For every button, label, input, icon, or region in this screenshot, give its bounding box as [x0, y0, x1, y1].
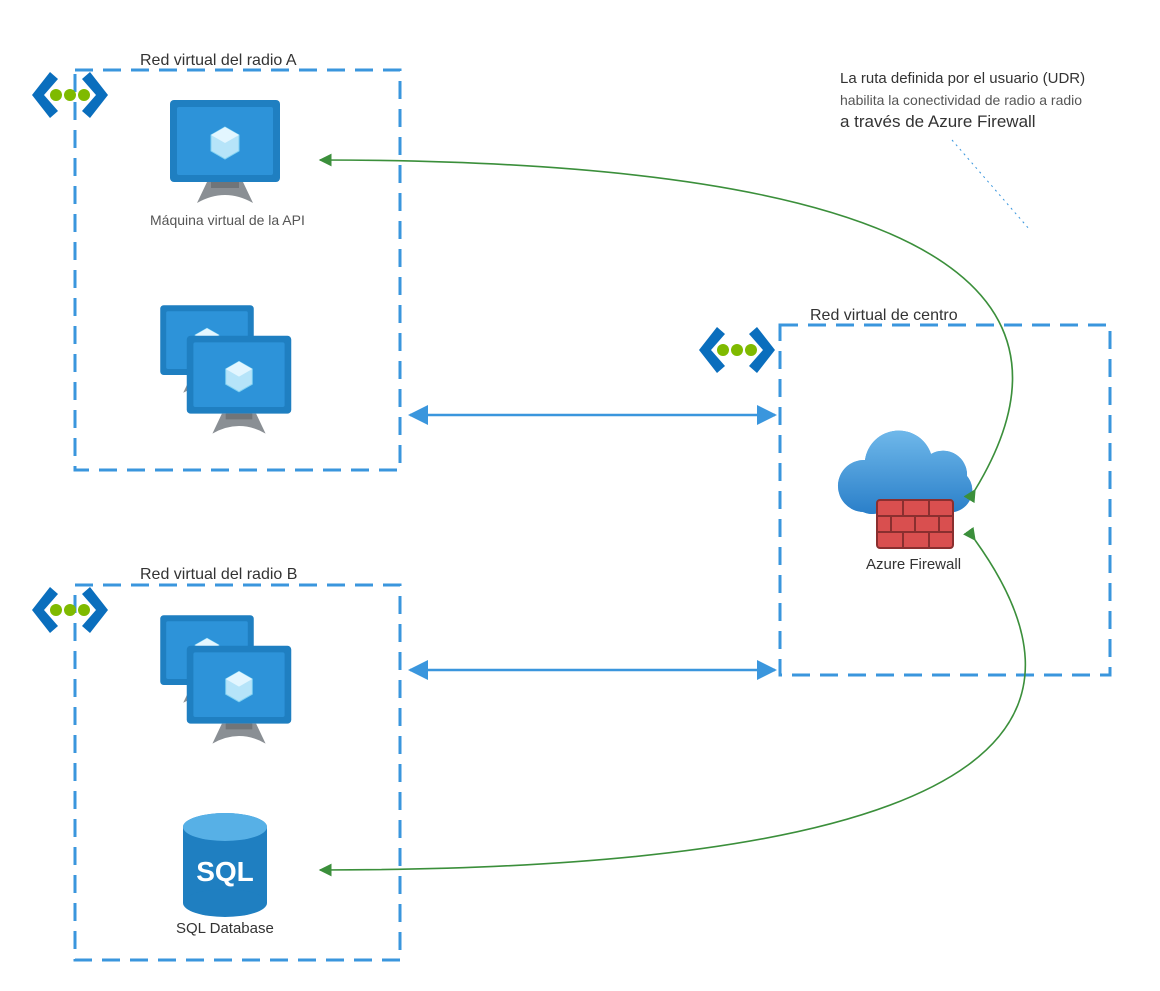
udr-curve-to-spoke-b [320, 540, 1025, 870]
azure-firewall-icon [838, 431, 972, 548]
udr-text-line3: a través de Azure Firewall [840, 112, 1036, 132]
udr-leader-line [952, 140, 1030, 230]
spoke-a-title: Red virtual del radio A [140, 52, 297, 70]
api-vm-label: Máquina virtual de la API [150, 212, 305, 228]
hub-title: Red virtual de centro [810, 307, 958, 325]
spoke-b-vmss-icon [160, 615, 291, 743]
diagram-svg: SQL [0, 0, 1160, 991]
vnet-icon [32, 587, 108, 633]
spoke-b-title: Red virtual del radio B [140, 566, 297, 584]
udr-text-line1: La ruta definida por el usuario (UDR) [840, 70, 1085, 87]
sql-database-icon [183, 813, 267, 917]
api-vm-icon [170, 100, 280, 203]
diagram-stage: SQL Red virtual del radio A Máquina virt… [0, 0, 1160, 991]
spoke-a-vmss-icon [160, 305, 291, 433]
udr-text-line2: habilita la conectividad de radio a radi… [840, 92, 1082, 108]
vnet-icon [699, 327, 775, 373]
firewall-label: Azure Firewall [866, 556, 961, 573]
sql-db-label: SQL Database [176, 920, 274, 937]
vnet-icon [32, 72, 108, 118]
